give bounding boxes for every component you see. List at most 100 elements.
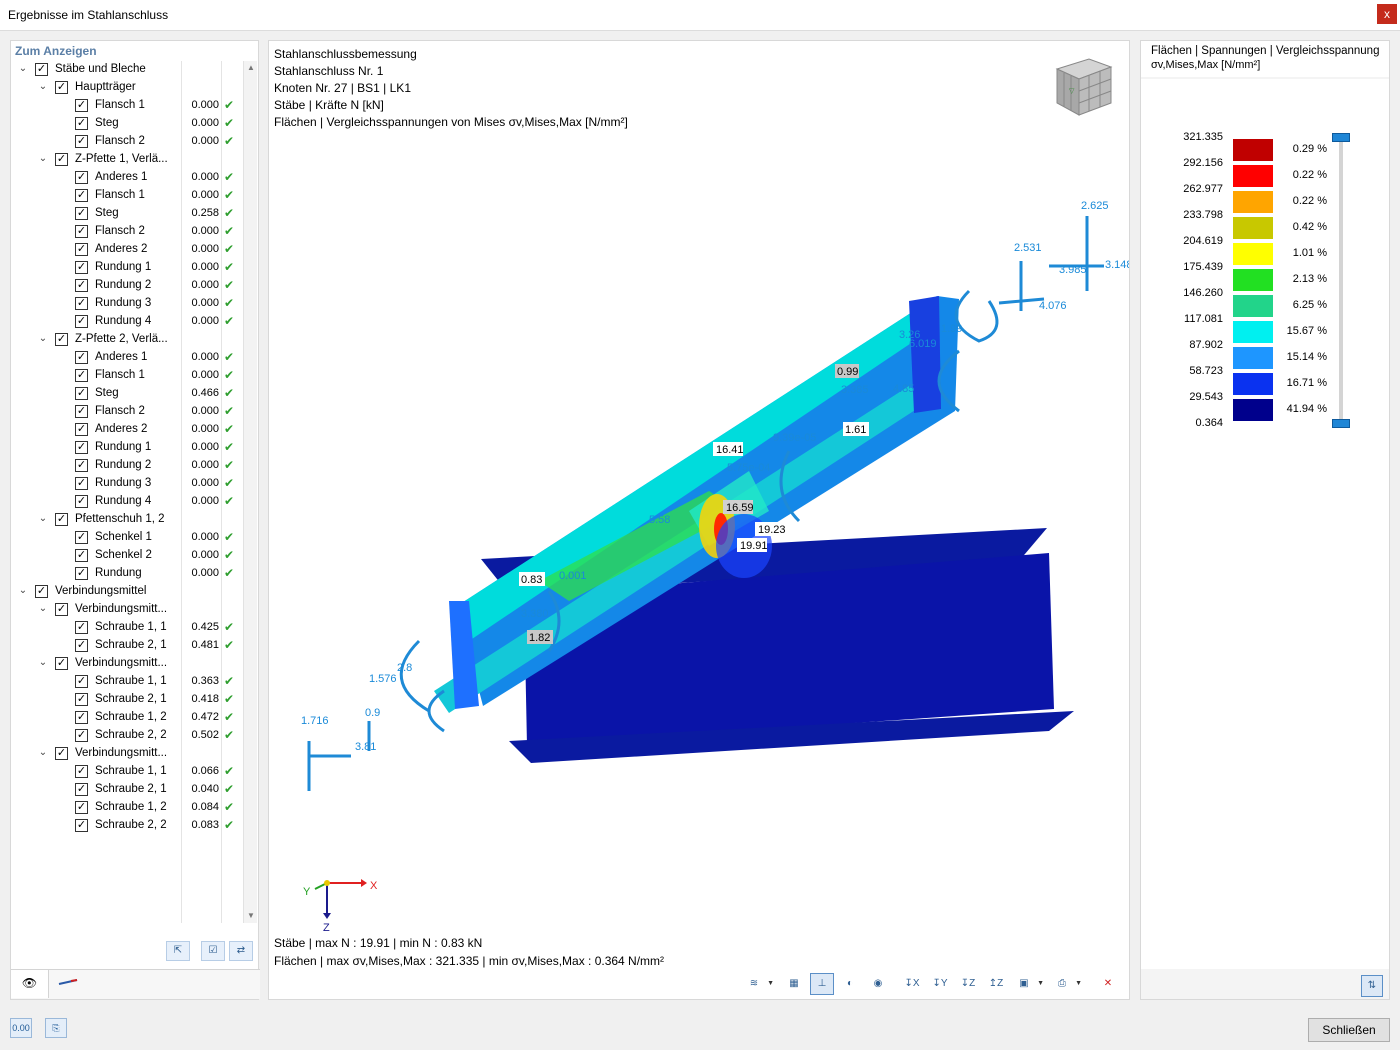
tree-item-checkbox[interactable]: ✓ [75,549,88,562]
tree-item-checkbox[interactable]: ✓ [75,279,88,292]
tree-item-checkbox[interactable]: ✓ [75,765,88,778]
display-mode-button[interactable]: ≋ [742,973,774,995]
view-x-button[interactable]: ↧X [900,973,924,995]
show-results-button[interactable]: ⊥ [810,973,834,995]
scroll-up-icon[interactable]: ▲ [244,61,258,75]
tree-item-checkbox[interactable]: ✓ [75,621,88,634]
view-minus-z-button[interactable]: ↥Z [984,973,1008,995]
tree-item-checkbox[interactable]: ✓ [75,441,88,454]
tree-item-checkbox[interactable]: ✓ [75,531,88,544]
tree-item[interactable]: ✓ Schraube 1, 1 0.066 ✔ [11,763,243,781]
chevron-down-icon[interactable]: ⌄ [37,333,49,345]
tree-item[interactable]: ⌄ ✓ Verbindungsmitt... [11,601,243,619]
print-button[interactable]: ⎙ [1050,973,1082,995]
tree-item-checkbox[interactable]: ✓ [75,423,88,436]
tree-item[interactable]: ✓ Flansch 1 0.000 ✔ [11,187,243,205]
tree-item[interactable]: ✓ Rundung 1 0.000 ✔ [11,439,243,457]
tree-item[interactable]: ✓ Anderes 2 0.000 ✔ [11,241,243,259]
tree-item[interactable]: ✓ Flansch 2 0.000 ✔ [11,403,243,421]
tree-item[interactable]: ✓ Rundung 2 0.000 ✔ [11,277,243,295]
tree-item[interactable]: ⌄ ✓ Hauptträger [11,79,243,97]
tree-item[interactable]: ✓ Schraube 2, 2 0.502 ✔ [11,727,243,745]
tree-item-checkbox[interactable]: ✓ [75,801,88,814]
tree-item[interactable]: ⌄ ✓ Z-Pfette 1, Verlä... [11,151,243,169]
tree-item-checkbox[interactable]: ✓ [75,567,88,580]
tree-item[interactable]: ✓ Schraube 1, 2 0.472 ✔ [11,709,243,727]
tree-item[interactable]: ✓ Rundung 2 0.000 ✔ [11,457,243,475]
tree-item[interactable]: ✓ Rundung 0.000 ✔ [11,565,243,583]
tree-item[interactable]: ✓ Rundung 4 0.000 ✔ [11,313,243,331]
tree-item[interactable]: ✓ Schraube 2, 2 0.083 ✔ [11,817,243,835]
tree-item-checkbox[interactable]: ✓ [75,459,88,472]
tree-item[interactable]: ⌄ ✓ Pfettenschuh 1, 2 [11,511,243,529]
chevron-down-icon[interactable]: ⌄ [37,153,49,165]
view-minus-y-button[interactable]: ↧Y [928,973,952,995]
tree-item-checkbox[interactable]: ✓ [75,351,88,364]
tree-item-checkbox[interactable]: ✓ [55,333,68,346]
tree-item-checkbox[interactable]: ✓ [75,135,88,148]
tree-item[interactable]: ✓ Schraube 2, 1 0.040 ✔ [11,781,243,799]
tree-item-checkbox[interactable]: ✓ [75,189,88,202]
chevron-down-icon[interactable]: ⌄ [37,603,49,615]
tree-item-checkbox[interactable]: ✓ [75,207,88,220]
tree-item[interactable]: ✓ Steg 0.000 ✔ [11,115,243,133]
tree-item-checkbox[interactable]: ✓ [75,171,88,184]
tab-display[interactable]: 👁 [11,970,49,998]
tree-item[interactable]: ⌄ ✓ Stäbe und Bleche [11,61,243,79]
chevron-down-icon[interactable]: ⌄ [37,747,49,759]
tree-item-checkbox[interactable]: ✓ [75,711,88,724]
tree-item[interactable]: ✓ Rundung 1 0.000 ✔ [11,259,243,277]
tree-item[interactable]: ✓ Flansch 1 0.000 ✔ [11,97,243,115]
toggle-check-button[interactable]: ⇄ [229,941,253,961]
tree-item-checkbox[interactable]: ✓ [55,153,68,166]
tree-item-checkbox[interactable]: ✓ [35,585,48,598]
tree-item[interactable]: ✓ Schraube 1, 1 0.363 ✔ [11,673,243,691]
close-dialog-button[interactable]: Schließen [1308,1018,1390,1042]
tree-item[interactable]: ⌄ ✓ Verbindungsmittel [11,583,243,601]
tree-item-checkbox[interactable]: ✓ [55,747,68,760]
tree-item[interactable]: ✓ Rundung 4 0.000 ✔ [11,493,243,511]
view-cube-icon[interactable]: ▽ [1049,53,1117,121]
chevron-down-icon[interactable]: ⌄ [37,513,49,525]
export-button[interactable]: ⎘ [45,1018,67,1038]
tree-item[interactable]: ⌄ ✓ Verbindungsmitt... [11,655,243,673]
tree-item[interactable]: ✓ Flansch 2 0.000 ✔ [11,223,243,241]
visibility-button[interactable]: ◉ [866,973,890,995]
tree-item[interactable]: ✓ Rundung 3 0.000 ✔ [11,475,243,493]
tree-item[interactable]: ✓ Flansch 2 0.000 ✔ [11,133,243,151]
scroll-down-icon[interactable]: ▼ [244,909,258,923]
iso-view-button[interactable]: ▣ [1012,973,1044,995]
tree-item-checkbox[interactable]: ✓ [75,99,88,112]
tree-item-checkbox[interactable]: ✓ [55,657,68,670]
select-pointer-button[interactable]: ⇱ [166,941,190,961]
tree-item-checkbox[interactable]: ✓ [75,783,88,796]
tree-item-checkbox[interactable]: ✓ [75,315,88,328]
tab-results[interactable] [49,970,87,998]
reset-view-button[interactable]: ✕ [1096,973,1120,995]
tree-item[interactable]: ✓ Anderes 1 0.000 ✔ [11,349,243,367]
tree-item[interactable]: ✓ Schraube 1, 2 0.084 ✔ [11,799,243,817]
tree-item[interactable]: ⌄ ✓ Z-Pfette 2, Verlä... [11,331,243,349]
check-all-button[interactable]: ☑ [201,941,225,961]
legend-slider-max-handle[interactable] [1332,133,1350,142]
legend-settings-button[interactable]: ⇅ [1361,975,1383,997]
tree-item[interactable]: ✓ Anderes 1 0.000 ✔ [11,169,243,187]
tree-item-checkbox[interactable]: ✓ [75,729,88,742]
chevron-down-icon[interactable]: ⌄ [17,585,29,597]
close-window-button[interactable]: x [1377,4,1397,24]
chevron-down-icon[interactable]: ⌄ [17,63,29,75]
tree-item-checkbox[interactable]: ✓ [75,405,88,418]
tree-item-checkbox[interactable]: ✓ [75,693,88,706]
render-button[interactable]: ◐ [838,973,862,995]
chevron-down-icon[interactable]: ⌄ [37,81,49,93]
tree-item[interactable]: ✓ Steg 0.466 ✔ [11,385,243,403]
legend-range-slider[interactable] [1339,137,1343,425]
tree-item[interactable]: ✓ Schenkel 1 0.000 ✔ [11,529,243,547]
tree-item-checkbox[interactable]: ✓ [75,297,88,310]
tree-item-checkbox[interactable]: ✓ [75,819,88,832]
tree-item[interactable]: ✓ Flansch 1 0.000 ✔ [11,367,243,385]
tree-scrollbar[interactable]: ▲ ▼ [243,61,257,923]
tree-item-checkbox[interactable]: ✓ [75,477,88,490]
tree-item-checkbox[interactable]: ✓ [75,369,88,382]
tree-item[interactable]: ✓ Schraube 1, 1 0.425 ✔ [11,619,243,637]
